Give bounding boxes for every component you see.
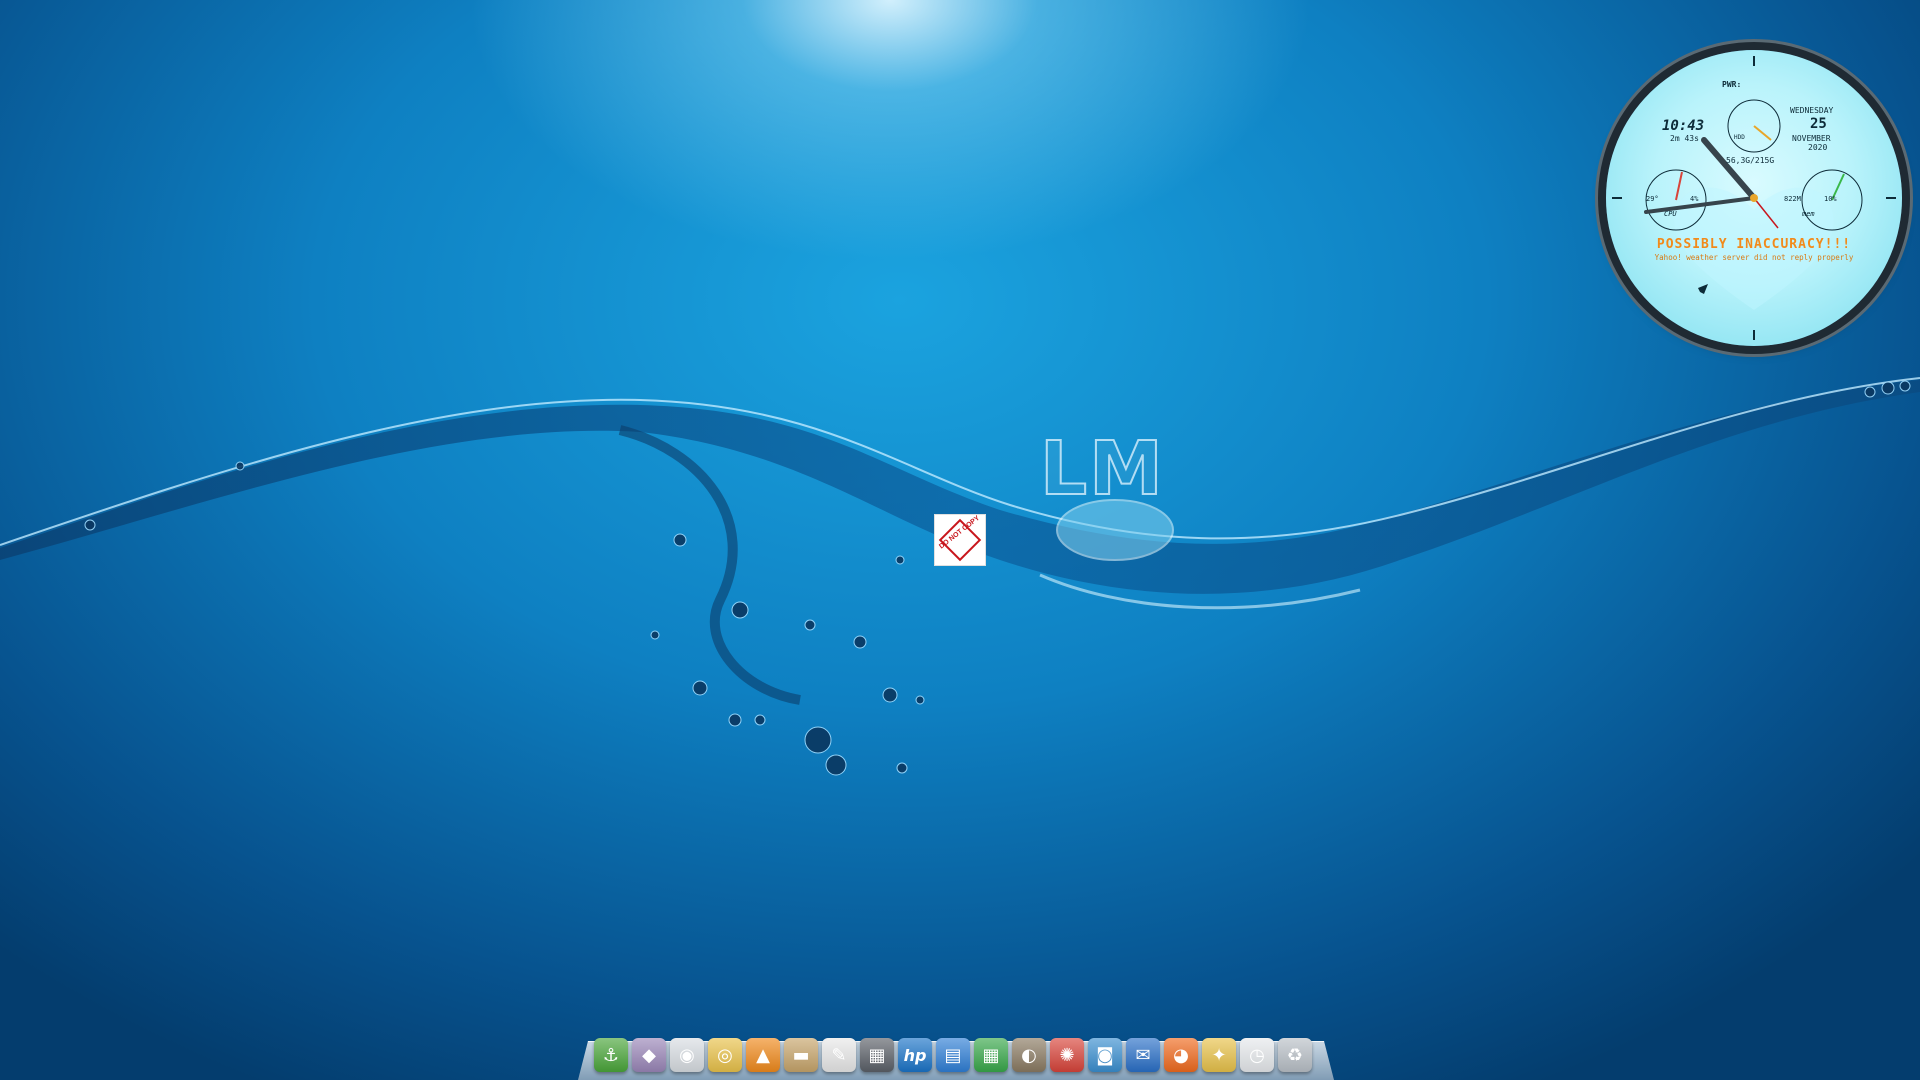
weather-warning: POSSIBLY INACCURACY!!! [1656,237,1852,252]
screenshot-icon[interactable]: ◙ [1088,1038,1122,1072]
vector-draw-icon[interactable]: ◆ [632,1038,666,1072]
writer-document-icon[interactable]: ▤ [936,1038,970,1072]
file-manager-broom-icon[interactable]: ✦ [1202,1038,1236,1072]
hdd-gauge-label: HDD [1734,134,1745,141]
disk-usage: 56,3G/215G [1726,156,1775,165]
weather-warning-detail: Yahoo! weather server did not reply prop… [1654,253,1854,262]
disc-burner-icon[interactable]: ◉ [670,1038,704,1072]
gimp-icon[interactable]: ◐ [1012,1038,1046,1072]
mail-client-icon[interactable]: ✉ [1126,1038,1160,1072]
lm-logo: LM [1039,426,1165,512]
uptime: 2m 43s [1670,134,1699,143]
cpu-temperature: 29° [1646,195,1659,203]
anchor-icon[interactable]: ⚓ [594,1038,628,1072]
do-not-copy-sticker[interactable]: DO NOT COPY [934,514,986,566]
calc-spreadsheet-icon[interactable]: ▦ [974,1038,1008,1072]
color-wheel-icon[interactable]: ✺ [1050,1038,1084,1072]
clock-icon[interactable]: ◷ [1240,1038,1274,1072]
month: NOVEMBER [1792,134,1831,143]
hp-printer-icon[interactable]: hp [898,1038,932,1072]
weekday: WEDNESDAY [1790,106,1834,115]
day-of-month: 25 [1810,116,1827,132]
trash-icon[interactable]: ♻ [1278,1038,1312,1072]
mem-gauge-label: mem [1802,210,1815,218]
digital-time: 10:43 [1662,118,1705,134]
vlc-cone-icon[interactable]: ▲ [746,1038,780,1072]
text-editor-icon[interactable]: ✎ [822,1038,856,1072]
memory-percent: 10% [1824,195,1837,203]
firefox-icon[interactable]: ◕ [1164,1038,1198,1072]
desktop[interactable]: LM DO NOT COPY PWR: 10:43 2m 43s WEDNESD… [0,0,1920,1080]
clock-system-widget[interactable]: PWR: 10:43 2m 43s WEDNESDAY 25 NOVEMBER … [1606,50,1902,346]
calculator-icon[interactable]: ▦ [860,1038,894,1072]
dock: ⚓ ◆ ◉ ◎ ▲ ▬ ✎ ▦ hp ▤ ▦ ◐ ✺ ◙ ✉ ◕ ✦ ◷ ♻ [578,1032,1334,1080]
cpu-percent: 4% [1690,195,1699,203]
year: 2020 [1808,143,1828,152]
power-label: PWR: [1722,80,1742,89]
memory-used: 822M [1784,195,1801,203]
speaker-icon[interactable]: ◎ [708,1038,742,1072]
folder-icon[interactable]: ▬ [784,1038,818,1072]
cpu-gauge-label: CPU [1664,210,1677,218]
